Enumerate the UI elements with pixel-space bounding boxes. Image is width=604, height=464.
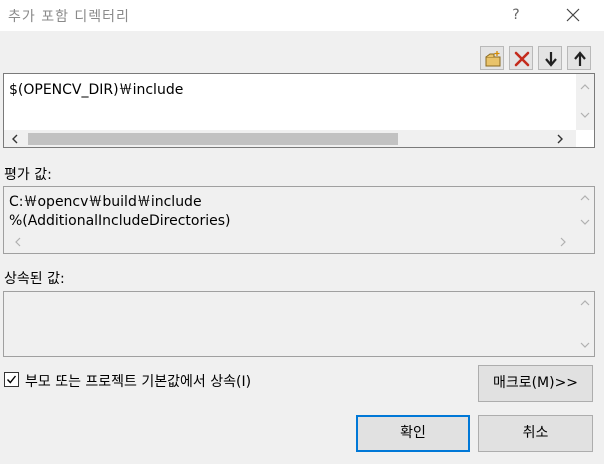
new-line-button[interactable] [480, 46, 504, 70]
scroll-up-icon[interactable] [580, 82, 590, 92]
help-button[interactable]: ? [502, 4, 530, 26]
title-bar: 추가 포함 디렉터리 ? [0, 0, 604, 31]
inherited-value-label: 상속된 값: [4, 271, 65, 287]
editor-vertical-scrollbar[interactable] [576, 74, 594, 130]
dialog-title: 추가 포함 디렉터리 [8, 9, 130, 25]
directories-editor[interactable]: $(OPENCV_DIR)￦include [3, 73, 595, 148]
scroll-right-icon[interactable] [558, 237, 568, 247]
scroll-up-icon[interactable] [580, 298, 590, 308]
evaluated-value-text: C:￦opencv￦build￦include %(AdditionalIncl… [9, 194, 231, 229]
checkmark-icon [6, 375, 17, 384]
scroll-up-icon[interactable] [580, 193, 590, 203]
evaluated-value-label: 평가 값: [4, 167, 52, 183]
scroll-right-icon[interactable] [555, 134, 565, 144]
scroll-down-icon[interactable] [580, 217, 590, 227]
inherit-checkbox-label[interactable]: 부모 또는 프로젝트 기본값에서 상속(I) [25, 371, 251, 391]
ok-button[interactable]: 확인 [356, 415, 470, 452]
evaluated-vertical-scrollbar[interactable] [576, 187, 594, 237]
inherit-checkbox[interactable] [4, 372, 19, 387]
cancel-button[interactable]: 취소 [478, 415, 593, 452]
editor-horizontal-scrollbar[interactable] [4, 130, 576, 147]
move-up-button[interactable] [567, 46, 591, 70]
horizontal-scroll-thumb[interactable] [28, 133, 398, 145]
scroll-down-icon[interactable] [580, 110, 590, 120]
editor-text[interactable]: $(OPENCV_DIR)￦include [9, 81, 183, 100]
inherited-value-box [3, 291, 595, 357]
evaluated-value-box: C:￦opencv￦build￦include %(AdditionalIncl… [3, 186, 595, 254]
new-line-icon [485, 51, 501, 67]
close-button[interactable] [558, 4, 588, 26]
move-down-button[interactable] [538, 46, 562, 70]
inherited-vertical-scrollbar[interactable] [576, 292, 594, 356]
delete-line-button[interactable] [509, 46, 533, 70]
delete-icon [514, 51, 530, 67]
scroll-down-icon[interactable] [580, 340, 590, 350]
close-icon [566, 8, 580, 22]
macro-button[interactable]: 매크로(M)>> [478, 365, 593, 402]
arrow-up-icon [574, 51, 586, 66]
arrow-down-icon [545, 52, 557, 67]
scroll-left-icon[interactable] [10, 134, 20, 144]
scroll-left-icon[interactable] [13, 237, 23, 247]
